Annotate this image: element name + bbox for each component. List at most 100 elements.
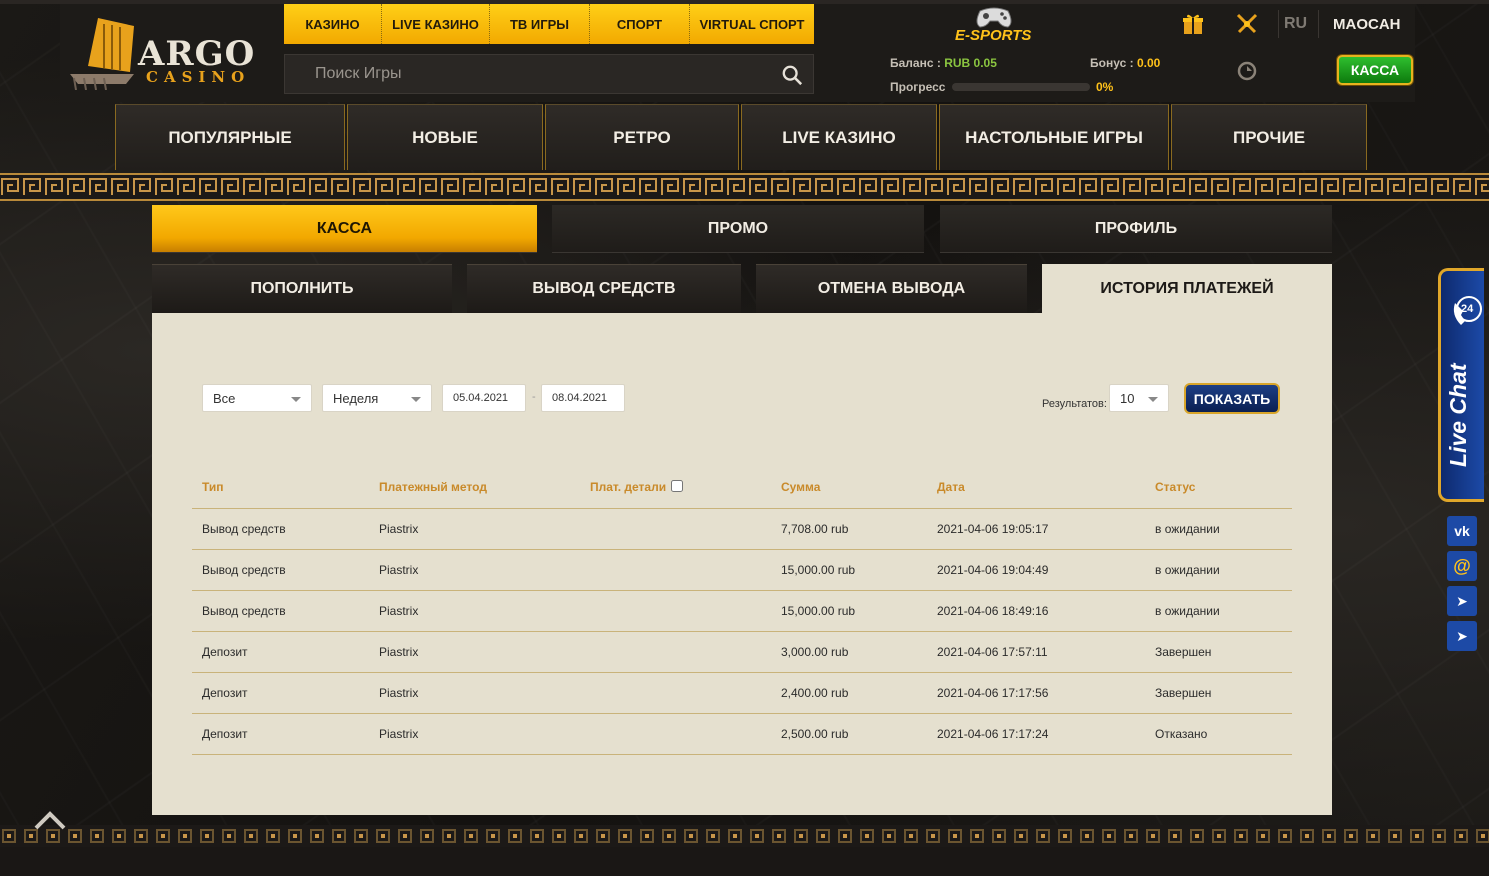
date-separator: - [532,391,536,403]
topnav-sport[interactable]: СПОРТ [590,4,690,44]
tab-kassa[interactable]: КАССА [152,205,537,253]
table-row: Депозит Piastrix 2,400.00 rub 2021-04-06 17… [192,672,1292,714]
vk-icon: vk [1454,523,1470,539]
gift-icon[interactable] [1181,12,1205,36]
col-method: Платежный метод [369,467,580,509]
ship-logo-icon [70,18,134,90]
topnav-tv-games[interactable]: ТВ ИГРЫ [490,4,590,44]
tab-promo[interactable]: ПРОМО [552,205,924,253]
bonus-value: 0.00 [1136,56,1161,70]
live-chat-badge: 24 [1461,303,1474,315]
cell-amount: 2,500.00 rub [771,713,927,755]
live-chat-widget[interactable]: 24 Live Chat [1438,268,1484,502]
tab-profile[interactable]: ПРОФИЛЬ [940,205,1332,253]
bonus: Бонус : 0.00 [1090,56,1160,70]
table-row: Депозит Piastrix 2,500.00 rub 2021-04-06 17… [192,713,1292,755]
cell-status: Завершен [1145,631,1292,673]
esports-link[interactable]: E-SPORTS [952,5,1032,45]
table-row: Вывод средств Piastrix 15,000.00 rub 2021-0… [192,549,1292,591]
argo-casino-logo[interactable]: ARGO CASINO [68,16,258,92]
cell-amount: 15,000.00 rub [771,549,927,591]
date-from-input[interactable]: 05.04.2021 [442,384,526,412]
cell-type: Депозит [192,672,369,714]
results-select[interactable]: 10 [1109,384,1169,412]
cell-method: Piastrix [369,672,580,714]
date-from-value: 05.04.2021 [453,392,509,404]
cell-method: Piastrix [369,549,580,591]
category-retro[interactable]: РЕТРО [545,104,739,170]
kassa-button[interactable]: КАССА [1337,55,1413,85]
cell-amount: 7,708.00 rub [771,508,927,550]
cell-date: 2021-04-06 19:04:49 [927,549,1145,591]
search-icon[interactable] [781,64,803,86]
period-select[interactable]: Неделя [322,384,432,412]
cell-details [580,672,771,714]
subtab-deposit[interactable]: ПОПОЛНИТЬ [152,264,452,313]
topnav-virtual-sport[interactable]: VIRTUAL СПОРТ [690,4,814,44]
cell-status: Завершен [1145,672,1292,714]
mail-icon: @ [1453,555,1471,576]
cell-status: в ожидании [1145,549,1292,591]
col-details: Плат. детали [580,467,771,509]
telegram-icon: ➤ [1456,592,1468,609]
category-live-casino[interactable]: LIVE КАЗИНО [741,104,937,170]
mail-button[interactable]: @ [1447,551,1477,581]
category-nav: ПОПУЛЯРНЫЕ НОВЫЕ РЕТРО LIVE КАЗИНО НАСТО… [115,104,1367,170]
category-new[interactable]: НОВЫЕ [347,104,543,170]
logo-text-sub: CASINO [146,68,251,86]
category-other[interactable]: ПРОЧИЕ [1171,104,1367,170]
live-chat-label: Live Chat [1445,363,1471,467]
gamepad-icon [976,7,1012,28]
date-to-input[interactable]: 08.04.2021 [541,384,625,412]
progress-label: Прогресс [890,80,946,94]
cell-date: 2021-04-06 17:57:11 [927,631,1145,673]
language-selector[interactable]: RU [1284,15,1307,33]
table-header-row: Тип Платежный метод Плат. детали Сумма Д… [192,467,1292,509]
cell-status: в ожидании [1145,590,1292,632]
scroll-to-top-icon[interactable] [32,808,68,832]
cell-date: 2021-04-06 17:17:24 [927,713,1145,755]
username[interactable]: MAOCAH [1333,16,1401,33]
bonus-label: Бонус : [1090,56,1134,70]
cell-type: Вывод средств [192,549,369,591]
col-type: Тип [192,467,369,509]
type-select-value: Все [213,390,236,406]
cell-type: Вывод средств [192,590,369,632]
telegram-button-2[interactable]: ➤ [1447,621,1477,651]
table-row: Депозит Piastrix 3,000.00 rub 2021-04-06 17… [192,631,1292,673]
payment-history-table: Тип Платежный метод Плат. детали Сумма Д… [192,467,1292,755]
col-status: Статус [1145,467,1292,509]
cell-status: в ожидании [1145,508,1292,550]
results-label: Результатов: [1042,398,1107,410]
cell-method: Piastrix [369,590,580,632]
game-search [284,54,814,94]
type-select[interactable]: Все [202,384,312,412]
cell-details [580,549,771,591]
results-select-value: 10 [1120,390,1135,406]
table-row: Вывод средств Piastrix 7,708.00 rub 2021-04… [192,508,1292,550]
crossed-swords-icon[interactable] [1235,12,1259,36]
topnav-casino[interactable]: КАЗИНО [284,4,382,44]
subtab-payment-history[interactable]: ИСТОРИЯ ПЛАТЕЖЕЙ [1042,264,1332,313]
subtab-withdraw[interactable]: ВЫВОД СРЕДСТВ [467,264,741,313]
telegram-button[interactable]: ➤ [1447,586,1477,616]
meander-divider [0,173,1489,201]
show-button[interactable]: ПОКАЗАТЬ [1184,383,1280,414]
cell-details [580,713,771,755]
details-checkbox[interactable] [671,480,684,493]
date-to-value: 08.04.2021 [552,392,608,404]
progress-percent: 0% [1096,80,1114,94]
balance: Баланс : RUB 0.05 [890,56,997,70]
cell-method: Piastrix [369,508,580,550]
category-popular[interactable]: ПОПУЛЯРНЫЕ [115,104,345,170]
cell-type: Депозит [192,713,369,755]
vk-button[interactable]: vk [1447,516,1477,546]
subtab-cancel-withdraw[interactable]: ОТМЕНА ВЫВОДА [756,264,1027,313]
topnav-live-casino[interactable]: LIVE КАЗИНО [382,4,490,44]
search-input[interactable] [285,55,813,93]
refresh-icon[interactable] [1236,60,1258,82]
category-table-games[interactable]: НАСТОЛЬНЫЕ ИГРЫ [939,104,1169,170]
cell-amount: 15,000.00 rub [771,590,927,632]
period-select-value: Неделя [333,390,379,406]
col-date: Дата [927,467,1145,509]
